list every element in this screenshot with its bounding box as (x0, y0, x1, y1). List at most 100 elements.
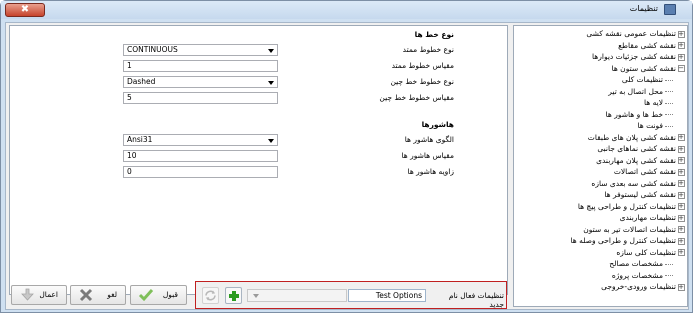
tree-item[interactable]: +نقشه کشی سه بعدی سازه (591, 178, 685, 190)
tree-item[interactable]: +نقشه کشی پلان های طبقات (588, 132, 685, 144)
expand-icon[interactable]: + (678, 226, 685, 233)
expand-icon[interactable]: + (678, 249, 685, 256)
tree-item-label: تنظیمات کنترل و طراحی پیچ ها (577, 201, 676, 211)
tree-item[interactable]: مشخصات مصالح (609, 258, 673, 270)
tree-connector-line (665, 125, 673, 127)
hatches-heading: هاشورها (421, 120, 454, 129)
tree-item[interactable]: خط ها و هاشور ها (606, 109, 673, 121)
expand-icon[interactable]: + (678, 180, 685, 187)
refresh-preset-button[interactable] (202, 287, 219, 304)
solid-linetype-label: نوع خطوط ممتد (402, 45, 454, 54)
hatch-scale-input[interactable]: 10 (123, 150, 278, 162)
chevron-down-icon (268, 49, 274, 53)
expand-icon[interactable]: + (678, 157, 685, 164)
solid-linetype-value: CONTINUOUS (127, 45, 178, 54)
tree-item-label: نقشه کشی جزئیات دیوارها (592, 52, 676, 61)
chevron-down-icon (253, 294, 259, 298)
tree-item[interactable]: +تنظیمات اتصالات تیر به ستون (583, 224, 685, 236)
add-preset-button[interactable] (225, 287, 242, 304)
tree-item[interactable]: +تنظیمات مهاربندی (620, 212, 685, 224)
collapse-icon[interactable]: − (678, 65, 685, 72)
solid-linetype-combo[interactable]: CONTINUOUS (123, 44, 278, 56)
tree-item-label: نقشه کشی نماهای جانبی (597, 144, 676, 153)
ok-button[interactable]: قبول (130, 285, 187, 305)
tree-item[interactable]: +نقشه کشی مقاطع (618, 40, 685, 52)
expand-icon[interactable]: + (678, 145, 685, 153)
expand-icon[interactable]: + (678, 53, 685, 61)
tree-item-label: نقشه کشی سه بعدی سازه (591, 178, 676, 188)
tree-item-label: نقشه کشی اتصالات (613, 167, 676, 176)
app-icon (664, 4, 676, 15)
tree-item[interactable]: مشخصات پروژه (612, 270, 673, 282)
expand-icon[interactable]: + (678, 203, 685, 210)
close-button[interactable]: ✖ (5, 3, 45, 17)
close-icon: ✖ (20, 4, 30, 15)
tree-item[interactable]: +تنظیمات عمومی نقشه کشی (586, 28, 685, 40)
apply-icon (21, 288, 34, 301)
dashed-linetype-value: Dashed (127, 77, 156, 86)
tree-item-label: محل اتصال به تیر (608, 86, 663, 96)
tree-item-label: فونت ها (637, 121, 663, 130)
expand-icon[interactable]: + (678, 42, 685, 49)
tree-item-label: خط ها و هاشور ها (605, 109, 663, 119)
chevron-down-icon (268, 139, 274, 143)
tree-item[interactable]: +نقشه کشی اتصالات (614, 166, 685, 178)
tree-connector-line (665, 114, 673, 115)
settings-tree[interactable]: +تنظیمات عمومی نقشه کشی +نقشه کشی مقاطع +ن… (513, 25, 688, 307)
tree-item-label: تنظیمات مهاربندی (619, 213, 676, 222)
checkmark-icon (138, 289, 154, 302)
tree-item-label: تنظیمات کنترل و طراحی وصله ها (570, 236, 677, 245)
apply-button[interactable]: اعمال (11, 285, 67, 305)
expand-icon[interactable]: + (678, 214, 685, 222)
tree-item[interactable]: +نقشه کشی پلان مهاربندی (596, 155, 685, 167)
tree-connector-line (665, 275, 673, 276)
dashed-scale-input[interactable]: 5 (123, 92, 278, 104)
tree-item[interactable]: +نقشه کشی جزئیات دیوارها (592, 51, 685, 63)
hatch-pattern-label: الگوی هاشور ها (404, 135, 454, 144)
expand-icon[interactable]: + (678, 134, 685, 141)
ok-label: قبول (162, 290, 178, 299)
tree-item-label: لایه ها (643, 98, 663, 107)
tree-item[interactable]: +نقشه کشی لیستوفر ها (604, 189, 685, 201)
expand-icon[interactable]: + (678, 168, 685, 176)
tree-item-label: نقشه کشی پلان های طبقات (587, 132, 676, 142)
tree-item[interactable]: لایه ها (644, 97, 673, 109)
solid-scale-input[interactable]: 1 (123, 60, 278, 72)
tree-item[interactable]: +تنظیمات ورودی-خروجی (601, 281, 685, 293)
tree-item[interactable]: +نقشه کشی نماهای جانبی (597, 143, 685, 155)
tree-item[interactable]: +تنظیمات کنترل و طراحی وصله ها (570, 235, 685, 247)
hatch-angle-label: زاویه هاشور ها (407, 167, 454, 176)
tree-item[interactable]: تنظیمات کلی (622, 74, 673, 86)
tree-item[interactable]: −نقشه کشی ستون ها (612, 63, 685, 75)
hatch-pattern-combo[interactable]: Ansi31 (123, 134, 278, 146)
preset-name-input[interactable]: Test Options (348, 289, 426, 302)
tree-item-label: نقشه کشی مقاطع (618, 40, 676, 50)
tree-item[interactable]: فونت ها (637, 120, 673, 132)
title-bar[interactable]: تنظیمات ✖ (1, 1, 692, 19)
tree-item[interactable]: +تنظیمات کنترل و طراحی پیچ ها (578, 201, 685, 213)
dashed-linetype-combo[interactable]: Dashed (123, 76, 278, 88)
hatch-angle-input[interactable]: 0 (123, 166, 278, 178)
tree-item-label: مشخصات مصالح (609, 259, 663, 268)
tree-connector-line (665, 79, 673, 81)
tree-item[interactable]: +تنظیمات کلی سازه (616, 247, 685, 259)
preset-label: تنظیمات فعال نام جدید (448, 291, 504, 309)
expand-icon[interactable]: + (678, 237, 685, 245)
tree-item-label: نقشه کشی پلان مهاربندی (596, 155, 676, 165)
preset-combo[interactable] (247, 289, 347, 302)
tree-item-label: نقشه کشی لیستوفر ها (604, 190, 676, 199)
expand-icon[interactable]: + (678, 30, 685, 38)
cancel-button[interactable]: لغو (70, 285, 126, 305)
expand-icon[interactable]: + (678, 191, 685, 199)
settings-window: تنظیمات ✖ +تنظیمات عمومی نقشه کشی +نقشه ک… (0, 0, 693, 313)
tree-item-label: تنظیمات ورودی-خروجی (601, 282, 676, 291)
dashed-scale-label: مقیاس خطوط خط چین (379, 93, 454, 102)
apply-label: اعمال (39, 290, 58, 299)
expand-icon[interactable]: + (678, 283, 685, 291)
tree-item[interactable]: محل اتصال به تیر (608, 86, 673, 98)
preset-bar: تنظیمات فعال نام جدید Test Options (195, 281, 507, 309)
hatch-pattern-value: Ansi31 (127, 135, 153, 144)
cancel-label: لغو (107, 290, 117, 299)
tree-connector-line (665, 263, 673, 265)
tree-item-label: تنظیمات کلی (621, 75, 663, 84)
